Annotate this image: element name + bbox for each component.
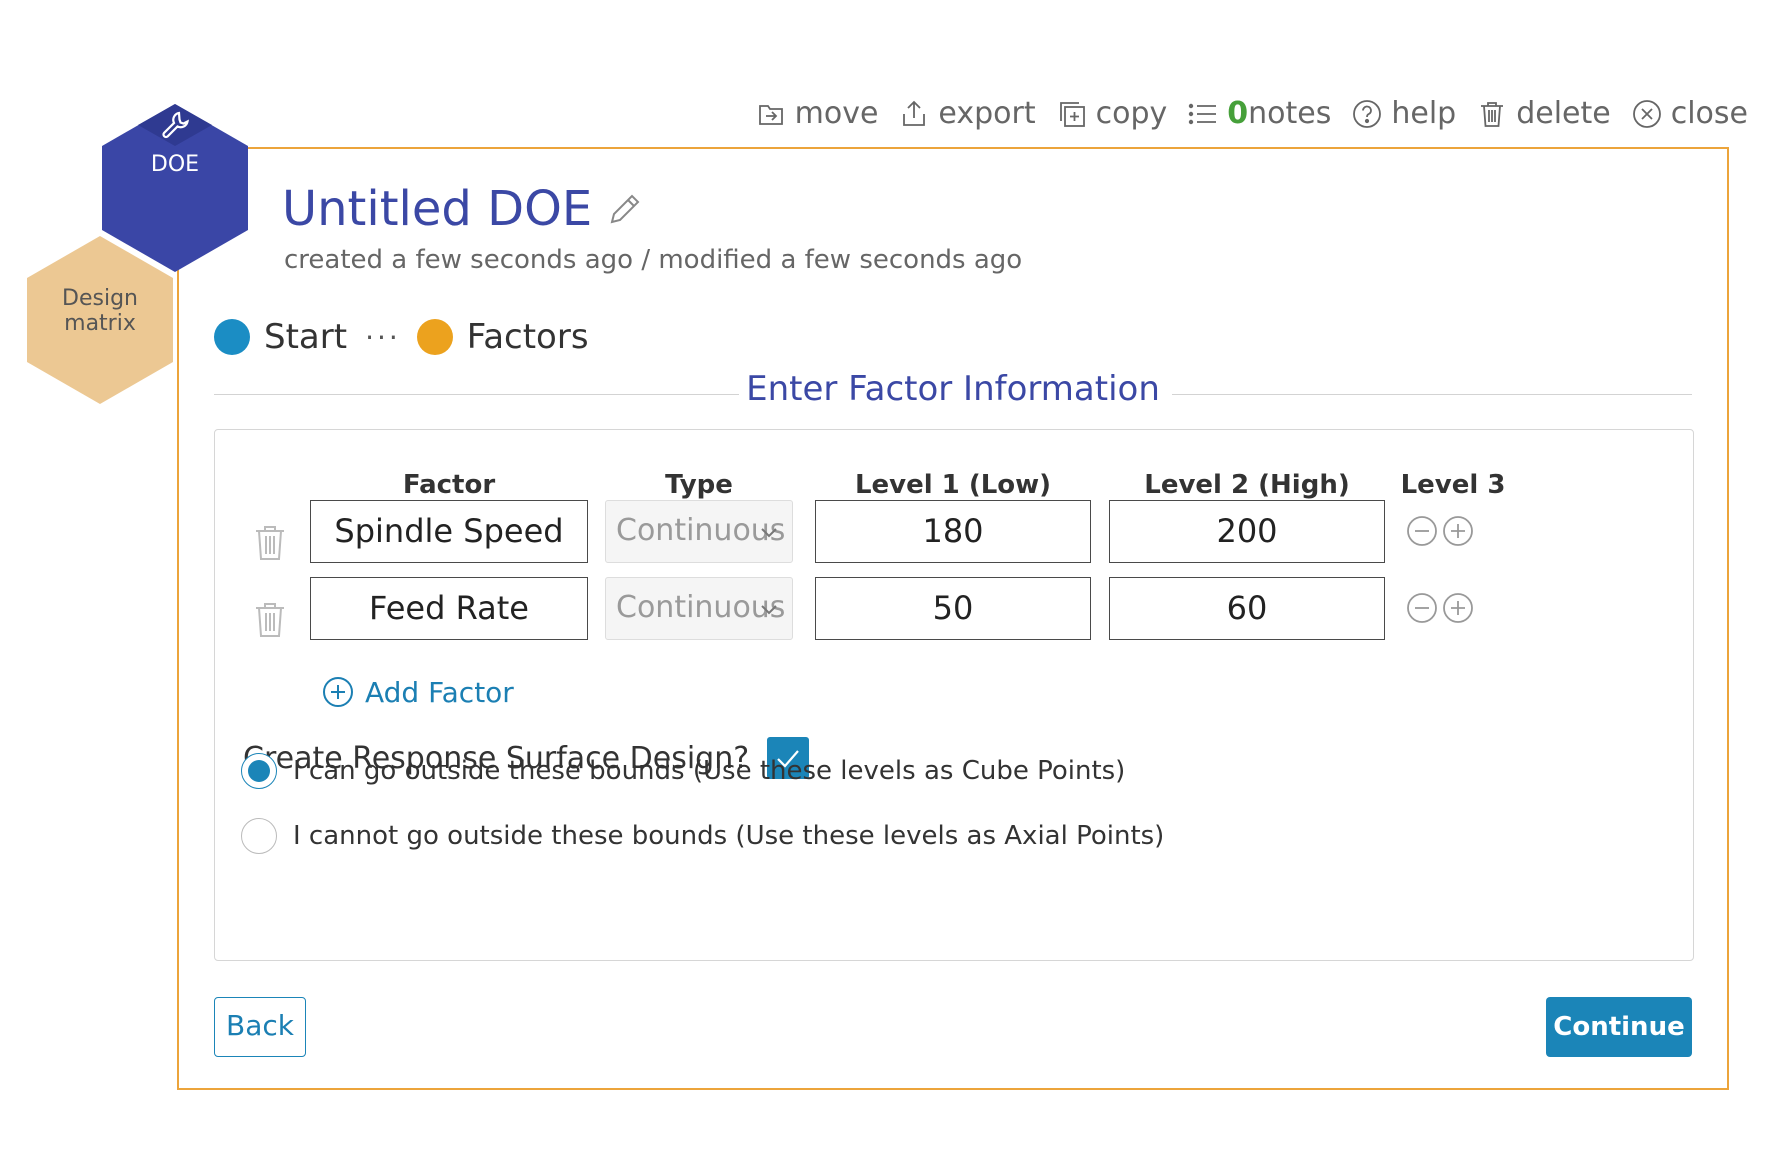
factor-name-input[interactable]: Spindle Speed — [310, 500, 588, 563]
continue-button[interactable]: Continue — [1546, 997, 1692, 1057]
notes-label: notes — [1248, 96, 1332, 131]
col-header-factor: Factor — [402, 470, 496, 500]
minus-circle-icon[interactable] — [1405, 514, 1439, 548]
notes-count: 0 — [1227, 96, 1249, 131]
level-high-input[interactable]: 60 — [1109, 577, 1385, 640]
chevron-down-icon — [761, 528, 777, 538]
radio-cube-points[interactable]: I can go outside these bounds (Use these… — [241, 753, 1125, 789]
notes-button[interactable]: 0notes — [1187, 96, 1331, 131]
move-label: move — [794, 96, 879, 131]
step-start-label: Start — [264, 317, 348, 357]
level3-controls — [1405, 591, 1475, 625]
copy-icon — [1059, 101, 1085, 127]
step-factors-label: Factors — [466, 317, 589, 357]
step-start[interactable]: Start — [214, 317, 347, 357]
factor-name-input[interactable]: Feed Rate — [310, 577, 588, 640]
copy-label: copy — [1095, 96, 1168, 131]
copy-button[interactable]: copy — [1056, 96, 1168, 131]
factor-card: Factor Type Level 1 (Low) Level 2 (High)… — [214, 429, 1694, 961]
design-matrix-line1: Design — [62, 286, 138, 311]
page-title[interactable]: Untitled DOE — [282, 181, 592, 237]
section-header: Enter Factor Information — [214, 369, 1692, 419]
trash-icon — [1481, 101, 1504, 127]
plus-circle-icon[interactable] — [1441, 591, 1475, 625]
delete-button[interactable]: delete — [1476, 96, 1611, 131]
col-header-level1: Level 1 (Low) — [854, 470, 1052, 500]
level-low-input[interactable]: 180 — [815, 500, 1091, 563]
add-factor-button[interactable]: Add Factor — [321, 675, 514, 709]
level-high-input[interactable]: 200 — [1109, 500, 1385, 563]
radio-cube-label: I can go outside these bounds (Use these… — [293, 756, 1126, 786]
help-icon — [1353, 99, 1382, 128]
col-header-level3: Level 3 — [1400, 470, 1506, 500]
radio-axial-label: I cannot go outside these bounds (Use th… — [293, 821, 1165, 851]
step-factors-dot — [416, 319, 453, 355]
step-progress: Start ··· Factors — [214, 317, 589, 357]
doe-label: DOE — [150, 152, 200, 177]
factor-type-select[interactable]: Continuous — [605, 500, 793, 563]
pencil-icon[interactable] — [606, 190, 644, 228]
export-label: export — [938, 96, 1036, 131]
trash-icon[interactable] — [253, 523, 287, 563]
timestamps: created a few seconds ago / modified a f… — [284, 245, 1023, 275]
export-icon — [903, 100, 926, 126]
minus-circle-icon[interactable] — [1405, 591, 1439, 625]
add-factor-label: Add Factor — [365, 675, 514, 709]
plus-circle-icon[interactable] — [1441, 514, 1475, 548]
step-start-dot — [214, 319, 250, 355]
close-icon — [1632, 99, 1661, 128]
help-label: help — [1391, 96, 1457, 131]
close-label: close — [1670, 96, 1748, 131]
design-matrix-line2: matrix — [64, 311, 136, 336]
doe-panel: Untitled DOE created a few seconds ago /… — [177, 147, 1729, 1090]
divider-right — [1172, 394, 1692, 395]
chevron-down-icon — [761, 605, 777, 615]
level-low-input[interactable]: 50 — [815, 577, 1091, 640]
title-row: Untitled DOE — [282, 181, 644, 237]
trash-icon[interactable] — [253, 600, 287, 640]
help-button[interactable]: help — [1351, 96, 1456, 131]
toolbar: move export copy 0notes help delete clos… — [755, 96, 1748, 131]
radio-axial-points[interactable]: I cannot go outside these bounds (Use th… — [241, 818, 1164, 854]
notes-list-icon — [1189, 103, 1217, 124]
plus-circle-icon — [323, 677, 353, 707]
section-title: Enter Factor Information — [746, 369, 1160, 409]
design-matrix-label: Design matrix — [27, 286, 173, 336]
level3-controls — [1405, 514, 1475, 548]
move-icon — [758, 104, 783, 125]
radio-dot — [248, 760, 270, 782]
export-button[interactable]: export — [898, 96, 1036, 131]
radio-button-selected[interactable] — [241, 753, 277, 789]
close-button[interactable]: close — [1631, 96, 1748, 131]
back-button[interactable]: Back — [214, 997, 306, 1057]
factor-type-select[interactable]: Continuous — [605, 577, 793, 640]
step-factors[interactable]: Factors — [416, 317, 589, 357]
col-header-level2: Level 2 (High) — [1144, 470, 1350, 500]
step-separator: ··· — [365, 320, 401, 354]
radio-button[interactable] — [241, 818, 277, 854]
wrench-icon — [162, 111, 189, 139]
doe-hex[interactable]: DOE — [102, 104, 248, 272]
col-header-type: Type — [665, 470, 733, 500]
delete-label: delete — [1516, 96, 1611, 131]
move-button[interactable]: move — [755, 96, 879, 131]
